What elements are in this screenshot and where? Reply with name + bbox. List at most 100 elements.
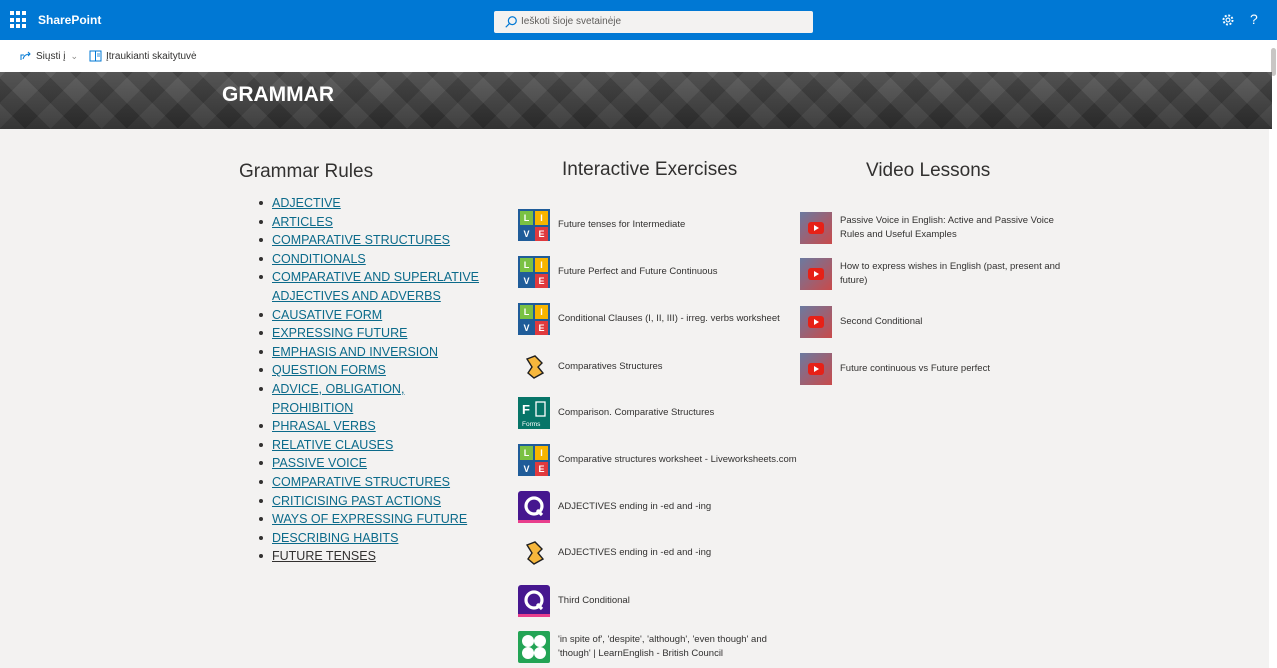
suite-bar: SharePoint Ieškoti šioje svetainėje ? (0, 0, 1277, 40)
video-link[interactable]: Future continuous vs Future perfect (800, 353, 1080, 385)
command-bar: Siųsti į ⌄ Įtraukianti skaitytuvė (0, 40, 1277, 72)
video-link[interactable]: Passive Voice in English: Active and Pas… (800, 212, 1080, 244)
page-scrollbar[interactable] (1269, 40, 1277, 668)
exercise-link[interactable]: ADJECTIVES ending in -ed and -ing (518, 537, 798, 569)
list-item: ARTICLES (258, 213, 488, 232)
send-to-label: Siųsti į (36, 50, 66, 62)
exercise-link[interactable]: Third Conditional (518, 585, 798, 617)
exercise-link[interactable]: LIVE Future Perfect and Future Continuou… (518, 256, 798, 288)
list-item: CONDITIONALS (258, 250, 488, 269)
list-item: CAUSATIVE FORM (258, 306, 488, 325)
rule-link[interactable]: RELATIVE CLAUSES (272, 438, 393, 452)
site-search-box[interactable]: Ieškoti šioje svetainėje (494, 11, 813, 33)
list-item: CRITICISING PAST ACTIONS (258, 492, 488, 511)
exercise-label: ADJECTIVES ending in -ed and -ing (558, 501, 712, 512)
video-label: How to express wishes in English (past, … (840, 261, 1061, 286)
youtube-play-icon (800, 306, 832, 338)
immersive-reader-button[interactable]: Įtraukianti skaitytuvė (89, 50, 197, 62)
search-placeholder: Ieškoti šioje svetainėje (521, 16, 622, 27)
settings-gear-icon[interactable] (1221, 13, 1235, 27)
list-item: RELATIVE CLAUSES (258, 436, 488, 455)
youtube-play-icon (800, 212, 832, 244)
exercise-label: Future tenses for Intermediate (558, 219, 686, 230)
exercise-link[interactable]: LIVE Future tenses for Intermediate (518, 209, 798, 241)
sharepoint-brand-link[interactable]: SharePoint (38, 13, 101, 27)
list-item: EXPRESSING FUTURE (258, 324, 488, 343)
app-launcher-icon[interactable] (10, 11, 28, 29)
list-item: COMPARATIVE STRUCTURES (258, 231, 488, 250)
exercise-link[interactable]: 'in spite of', 'despite', 'although', 'e… (518, 631, 798, 663)
list-item: COMPARATIVE AND SUPERLATIVE ADJECTIVES A… (258, 268, 488, 305)
rule-link[interactable]: EXPRESSING FUTURE (272, 326, 407, 340)
list-item: QUESTION FORMS (258, 361, 488, 380)
rule-link[interactable]: CONDITIONALS (272, 252, 366, 266)
list-item: PASSIVE VOICE (258, 454, 488, 473)
svg-text:F: F (522, 402, 530, 417)
video-label: Second Conditional (840, 316, 923, 327)
youtube-play-icon (800, 258, 832, 290)
liveworksheets-icon: LIVE (518, 303, 550, 335)
rule-link[interactable]: PHRASAL VERBS (272, 419, 376, 433)
rule-link[interactable]: CAUSATIVE FORM (272, 308, 382, 322)
exercise-label: Comparatives Structures (558, 361, 663, 372)
rule-link[interactable]: CRITICISING PAST ACTIONS (272, 494, 441, 508)
liveworksheets-icon: LIVE (518, 209, 550, 241)
svg-text:Forms: Forms (522, 421, 541, 428)
send-to-button[interactable]: Siųsti į ⌄ (20, 50, 78, 62)
liveworksheets-icon: LIVE (518, 256, 550, 288)
interactive-exercises-heading: Interactive Exercises (562, 159, 738, 180)
rule-link[interactable]: DESCRIBING HABITS (272, 531, 398, 545)
exercise-link[interactable]: LIVE Conditional Clauses (I, II, III) - … (518, 303, 798, 335)
video-link[interactable]: How to express wishes in English (past, … (800, 258, 1080, 290)
list-item: FUTURE TENSES (258, 547, 488, 566)
quizizz-icon (518, 585, 550, 617)
rule-link[interactable]: EMPHASIS AND INVERSION (272, 345, 438, 359)
page-title-banner: GRAMMAR (0, 72, 1272, 129)
exercise-label: ADJECTIVES ending in -ed and -ing (558, 547, 712, 558)
exercise-label: Third Conditional (558, 595, 630, 606)
share-icon (20, 51, 31, 60)
video-link[interactable]: Second Conditional (800, 306, 1080, 338)
list-item: DESCRIBING HABITS (258, 529, 488, 548)
liveworksheets-icon: LIVE (518, 444, 550, 476)
rule-link[interactable]: COMPARATIVE AND SUPERLATIVE ADJECTIVES A… (272, 270, 479, 303)
exercise-label: Comparative structures worksheet - Livew… (558, 454, 797, 465)
exercise-link[interactable]: F Forms Comparison. Comparative Structur… (518, 397, 798, 429)
immersive-reader-icon (89, 50, 102, 62)
exercise-link[interactable]: ADJECTIVES ending in -ed and -ing (518, 491, 798, 523)
chevron-down-icon: ⌄ (70, 50, 78, 61)
rule-link[interactable]: FUTURE TENSES (272, 549, 376, 563)
grammar-rules-heading: Grammar Rules (239, 161, 374, 182)
ms-forms-icon: F Forms (518, 397, 550, 429)
rule-link[interactable]: PASSIVE VOICE (272, 456, 367, 470)
rule-link[interactable]: ADVICE, OBLIGATION, PROHIBITION (272, 382, 404, 415)
video-label: Future continuous vs Future perfect (840, 363, 990, 374)
video-label: Passive Voice in English: Active and Pas… (840, 215, 1054, 240)
rule-link[interactable]: QUESTION FORMS (272, 363, 386, 377)
exercise-link[interactable]: Comparatives Structures (518, 351, 798, 383)
exercise-label: Comparison. Comparative Structures (558, 407, 715, 418)
wordwall-icon (518, 537, 550, 569)
help-button[interactable]: ? (1250, 11, 1258, 27)
youtube-play-icon (800, 353, 832, 385)
rule-link[interactable]: COMPARATIVE STRUCTURES (272, 233, 450, 247)
list-item: WAYS OF EXPRESSING FUTURE (258, 510, 488, 529)
rule-link[interactable]: ADJECTIVE (272, 196, 341, 210)
exercise-link[interactable]: LIVE Comparative structures worksheet - … (518, 444, 798, 476)
immersive-reader-label: Įtraukianti skaitytuvė (106, 50, 197, 62)
video-lessons-heading: Video Lessons (866, 160, 991, 181)
page-title: GRAMMAR (222, 83, 334, 106)
quizizz-icon (518, 491, 550, 523)
grammar-rules-list: ADJECTIVE ARTICLES COMPARATIVE STRUCTURE… (258, 194, 488, 566)
list-item: COMPARATIVE STRUCTURES (258, 473, 488, 492)
list-item: ADJECTIVE (258, 194, 488, 213)
exercise-label: 'in spite of', 'despite', 'although', 'e… (558, 634, 767, 659)
list-item: ADVICE, OBLIGATION, PROHIBITION (258, 380, 488, 417)
wordwall-icon (518, 351, 550, 383)
learnenglish-icon (518, 631, 550, 663)
list-item: EMPHASIS AND INVERSION (258, 343, 488, 362)
rule-link[interactable]: ARTICLES (272, 215, 333, 229)
exercise-label: Future Perfect and Future Continuous (558, 266, 718, 277)
rule-link[interactable]: WAYS OF EXPRESSING FUTURE (272, 512, 467, 526)
rule-link[interactable]: COMPARATIVE STRUCTURES (272, 475, 450, 489)
